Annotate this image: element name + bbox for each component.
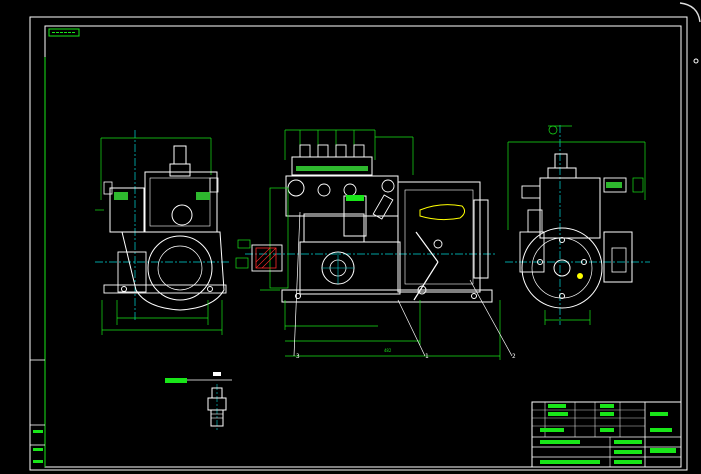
callout-1: 1: [425, 353, 429, 360]
part-callouts: 3 1 2 482: [296, 348, 516, 360]
left-view: [95, 130, 230, 335]
corner-tag: [48, 28, 80, 37]
side-strip: [30, 359, 45, 463]
detail-view: [165, 372, 232, 430]
callout-3: 3: [296, 353, 300, 360]
overall-dimension: 482: [384, 348, 392, 353]
title-block: [531, 401, 682, 468]
cad-drawing-canvas: 3 1 2 482: [29, 2, 701, 471]
right-view: [505, 125, 650, 325]
center-view: [235, 129, 513, 360]
callout-2: 2: [512, 353, 516, 360]
